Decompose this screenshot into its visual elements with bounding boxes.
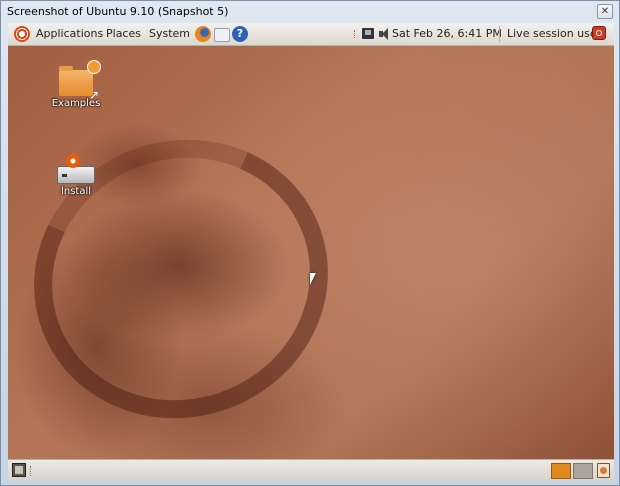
ubuntu-logo-icon[interactable] <box>14 26 30 42</box>
panel-separator <box>499 26 500 42</box>
show-desktop-icon[interactable] <box>12 463 26 477</box>
menu-places[interactable]: Places <box>106 27 141 40</box>
ubuntu-screen: Applications Places System ? Sat Feb 26,… <box>8 23 614 481</box>
desktop-icon-label: Install <box>60 186 92 197</box>
mail-icon[interactable] <box>214 28 230 42</box>
mouse-cursor-icon <box>310 273 316 285</box>
menu-applications[interactable]: Applications <box>36 27 103 40</box>
workspace-2[interactable] <box>573 463 593 479</box>
desktop[interactable]: ↗ Examples Install <box>8 46 614 460</box>
network-icon[interactable] <box>362 28 374 39</box>
folder-icon: ↗ <box>59 60 101 102</box>
firefox-icon[interactable] <box>195 26 211 42</box>
help-icon[interactable]: ? <box>232 26 248 42</box>
close-button[interactable]: ✕ <box>597 4 613 19</box>
desktop-icon-label: Examples <box>51 98 101 109</box>
desktop-icon-install[interactable]: Install <box>41 154 111 197</box>
power-icon[interactable] <box>592 26 606 40</box>
menu-system[interactable]: System <box>149 27 190 40</box>
trash-icon[interactable] <box>597 463 610 478</box>
panel-handle <box>354 30 357 38</box>
badge-icon <box>87 60 101 74</box>
volume-icon[interactable] <box>379 28 391 40</box>
panel-handle <box>30 466 33 476</box>
window-title: Screenshot of Ubuntu 9.10 (Snapshot 5) <box>7 5 229 18</box>
install-icon <box>57 154 95 184</box>
desktop-icon-examples[interactable]: ↗ Examples <box>41 60 111 109</box>
session-user-menu[interactable]: Live session user <box>507 27 601 40</box>
top-panel: Applications Places System ? Sat Feb 26,… <box>8 23 614 46</box>
link-arrow-icon: ↗ <box>88 88 99 102</box>
bottom-panel <box>8 459 614 481</box>
clock[interactable]: Sat Feb 26, 6:41 PM <box>392 27 502 40</box>
workspace-1[interactable] <box>551 463 571 479</box>
viewer-window: Screenshot of Ubuntu 9.10 (Snapshot 5) ✕… <box>0 0 620 486</box>
